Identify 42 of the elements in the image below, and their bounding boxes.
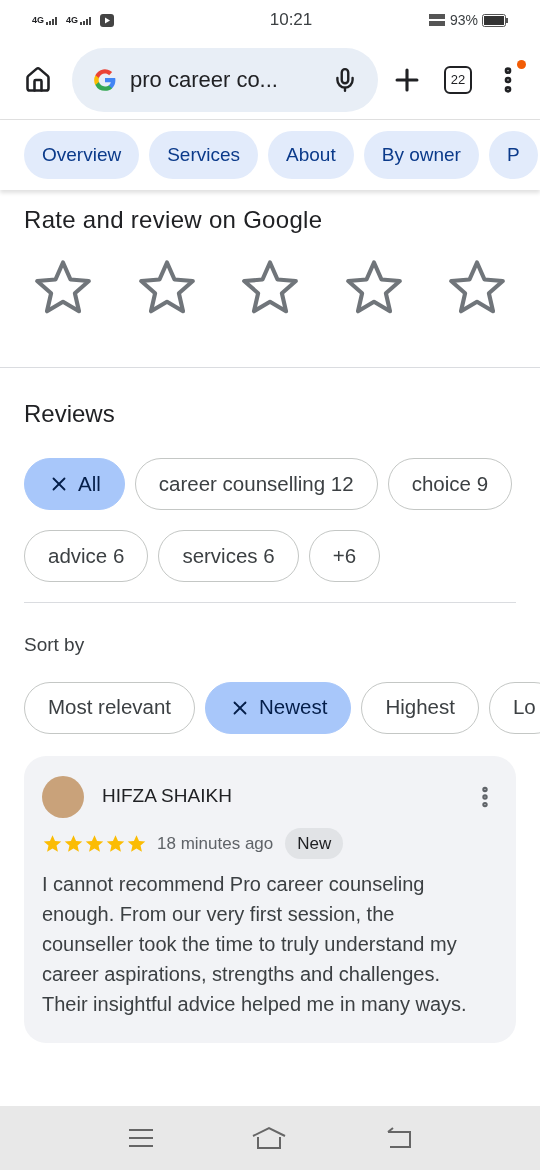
play-icon xyxy=(100,13,115,27)
section-tab[interactable]: P xyxy=(488,131,538,179)
google-logo-icon xyxy=(92,66,118,93)
clock: 10:21 xyxy=(269,9,313,32)
filter-chip[interactable]: Lo xyxy=(488,681,540,734)
filter-chip[interactable]: Most relevant xyxy=(24,681,196,734)
filter-chip[interactable]: career counselling 12 xyxy=(134,458,378,510)
rating-star-icon xyxy=(63,832,84,854)
tab-switcher-button[interactable]: 22 xyxy=(444,65,472,94)
filter-chip[interactable]: Highest xyxy=(361,681,479,734)
section-tab[interactable]: About xyxy=(268,131,354,179)
network-label: 4G xyxy=(66,15,79,25)
menu-icon[interactable] xyxy=(128,1128,155,1148)
rating-star-icon xyxy=(42,832,63,854)
filter-chip[interactable]: All xyxy=(24,458,125,510)
filter-chip[interactable]: services 6 xyxy=(158,530,299,582)
battery-percent: 93% xyxy=(449,10,478,30)
new-badge: New xyxy=(285,827,344,859)
section-tab[interactable]: Services xyxy=(149,131,259,179)
signal-icon xyxy=(80,16,93,25)
search-field[interactable]: pro career co... xyxy=(72,47,378,112)
sort-label: Sort by xyxy=(24,633,86,657)
filter-chip[interactable]: Newest xyxy=(205,681,352,734)
filter-chip[interactable]: advice 6 xyxy=(24,530,149,582)
search-query: pro career co... xyxy=(130,66,279,94)
section-tab[interactable]: Overview xyxy=(24,131,140,179)
battery-icon xyxy=(482,13,508,27)
review-time: 18 minutes ago xyxy=(157,832,274,855)
avatar-icon xyxy=(42,775,84,818)
home-icon[interactable] xyxy=(24,65,52,94)
signal-icon xyxy=(46,16,58,25)
rating-star-icon xyxy=(126,832,147,854)
filter-chip[interactable]: +6 xyxy=(308,530,381,582)
rating-star-icon xyxy=(105,832,126,854)
section-tab[interactable]: By owner xyxy=(363,131,479,179)
rating-star-icon xyxy=(84,832,105,854)
review-text: I cannot recommend Pro career counseling enough. From our very first session, the counseller took the time to truly understand my career aspirations, strengths and challenges. Their insightful advice helped me in many ways. xyxy=(42,872,468,1017)
section-title: Rate and review on Google xyxy=(24,205,324,235)
reviewer-name: HIFZA SHAIKH xyxy=(102,784,233,809)
filter-chip[interactable]: choice 9 xyxy=(387,458,513,510)
network-label: 4G xyxy=(32,15,44,25)
section-title: Reviews xyxy=(24,399,116,429)
